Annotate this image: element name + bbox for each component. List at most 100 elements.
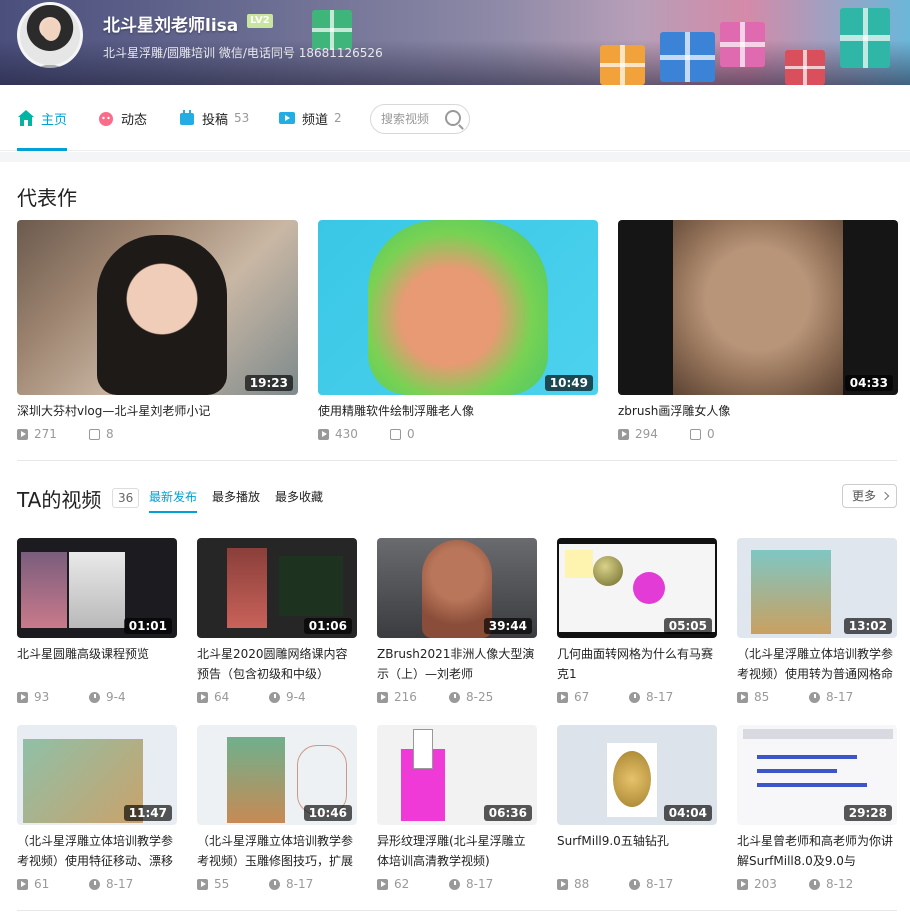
video-title[interactable]: 北斗星曾老师和高老师为你讲解SurfMill8.0及9.0与 (737, 831, 897, 871)
clock-icon (809, 878, 820, 890)
video-thumbnail[interactable]: 01:01 (17, 538, 177, 638)
video-title[interactable]: 异形纹理浮雕(北斗星浮雕立体培训高清教学视频) (377, 831, 537, 871)
play-icon (17, 878, 28, 890)
play-icon (557, 691, 568, 703)
video-thumbnail[interactable]: 06:36 (377, 725, 537, 825)
video-meta: 67 8-17 (557, 690, 717, 704)
clock-icon (89, 878, 100, 890)
tab-home[interactable]: 主页 (17, 85, 68, 151)
play-count-value: 88 (574, 877, 590, 891)
video-title[interactable]: zbrush画浮雕女人像 (618, 401, 898, 421)
play-icon (377, 878, 388, 890)
video-meta: 64 9-4 (197, 690, 357, 704)
video-thumbnail[interactable]: 11:47 (17, 725, 177, 825)
play-count-value: 203 (754, 877, 777, 891)
video-card[interactable]: 01:01 北斗星圆雕高级课程预览 93 9-4 (17, 538, 177, 704)
video-title[interactable]: 几何曲面转网格为什么有马赛克1 (557, 644, 717, 684)
video-title[interactable]: 使用精雕软件绘制浮雕老人像 (318, 401, 598, 421)
video-meta: 430 0 (318, 427, 598, 441)
video-thumbnail[interactable]: 39:44 (377, 538, 537, 638)
thumbnail-content (413, 729, 433, 769)
thumbnail-content (751, 550, 831, 634)
video-duration: 04:33 (844, 375, 893, 391)
featured-card[interactable]: 19:23 深圳大芬村vlog—北斗星刘老师小记 271 8 (17, 220, 298, 441)
thumbnail-content (757, 755, 857, 759)
video-title[interactable]: 深圳大芬村vlog—北斗星刘老师小记 (17, 401, 298, 421)
video-title[interactable]: ZBrush2021非洲人像大型演示（上）—刘老师 (377, 644, 537, 684)
video-card[interactable]: 05:05 几何曲面转网格为什么有马赛克1 67 8-17 (557, 538, 717, 704)
clock-icon (809, 691, 820, 703)
search-placeholder: 搜索视频 (381, 112, 430, 126)
video-thumbnail[interactable]: 10:46 (197, 725, 357, 825)
user-avatar[interactable] (17, 2, 83, 68)
danmaku-count: 0 (690, 427, 715, 441)
tab-channel[interactable]: 频道 2 (278, 85, 342, 151)
tab-most-favorited[interactable]: 最多收藏 (275, 488, 323, 505)
chevron-right-icon (880, 491, 890, 501)
publish-date-value: 8-17 (106, 877, 134, 891)
search-icon[interactable] (445, 110, 461, 126)
publish-date-value: 8-17 (826, 690, 854, 704)
username[interactable]: 北斗星刘老师lisa (103, 11, 238, 36)
video-card[interactable]: 06:36 异形纹理浮雕(北斗星浮雕立体培训高清教学视频) 62 8-17 (377, 725, 537, 891)
gift-decoration (785, 50, 825, 85)
contrib-icon (180, 110, 194, 125)
video-card[interactable]: 11:47 （北斗星浮雕立体培训教学参考视频）使用特征移动、漂移 61 8-17 (17, 725, 177, 891)
video-title[interactable]: 北斗星2020圆雕网络课内容预告（包含初级和中级） (197, 644, 357, 684)
video-title[interactable]: （北斗星浮雕立体培训教学参考视频）玉雕修图技巧，扩展 (197, 831, 357, 871)
video-card[interactable]: 04:04 SurfMill9.0五轴钻孔 88 8-17 (557, 725, 717, 891)
publish-date: 8-17 (809, 690, 853, 704)
tab-dynamic[interactable]: 动态 (97, 85, 147, 151)
play-count: 55 (197, 877, 269, 891)
featured-title: 代表作 (17, 186, 77, 210)
video-thumbnail[interactable]: 05:05 (557, 538, 717, 638)
thumbnail-content (593, 556, 623, 586)
video-thumbnail[interactable]: 04:04 (557, 725, 717, 825)
video-title[interactable]: （北斗星浮雕立体培训教学参考视频）使用特征移动、漂移 (17, 831, 177, 871)
thumbnail-content (613, 751, 651, 807)
video-meta: 216 8-25 (377, 690, 537, 704)
video-thumbnail[interactable]: 01:06 (197, 538, 357, 638)
tab-contrib[interactable]: 投稿 53 (178, 85, 249, 151)
thumbnail-portrait (97, 235, 227, 395)
video-thumbnail[interactable]: 29:28 (737, 725, 897, 825)
video-card[interactable]: 01:06 北斗星2020圆雕网络课内容预告（包含初级和中级） 64 9-4 (197, 538, 357, 704)
video-title[interactable]: （北斗星浮雕立体培训教学参考视频）使用转为普通网格命 (737, 644, 897, 684)
video-card[interactable]: 29:28 北斗星曾老师和高老师为你讲解SurfMill8.0及9.0与 203… (737, 725, 897, 891)
video-card[interactable]: 39:44 ZBrush2021非洲人像大型演示（上）—刘老师 216 8-25 (377, 538, 537, 704)
publish-date-value: 8-17 (646, 690, 674, 704)
clock-icon (449, 691, 460, 703)
user-sign: 北斗星浮雕/圆雕培训 微信/电话同号 18681126526 (103, 46, 383, 60)
publish-date: 8-17 (269, 877, 313, 891)
play-count-value: 93 (34, 690, 50, 704)
video-meta: 203 8-12 (737, 877, 897, 891)
level-badge: LV2 (247, 14, 273, 28)
video-duration: 10:49 (544, 375, 593, 391)
featured-card[interactable]: 04:33 zbrush画浮雕女人像 294 0 (618, 220, 898, 441)
video-thumbnail[interactable]: 19:23 (17, 220, 298, 395)
publish-date: 8-12 (809, 877, 853, 891)
video-thumbnail[interactable]: 04:33 (618, 220, 898, 395)
tab-most-played[interactable]: 最多播放 (212, 488, 260, 505)
tab-home-label: 主页 (41, 112, 68, 128)
more-button[interactable]: 更多 (842, 484, 897, 508)
video-thumbnail[interactable]: 10:49 (318, 220, 598, 395)
play-count: 430 (318, 427, 390, 441)
video-meta: 61 8-17 (17, 877, 177, 891)
video-duration: 06:36 (483, 805, 532, 821)
divider (17, 910, 897, 911)
video-card[interactable]: 10:46 （北斗星浮雕立体培训教学参考视频）玉雕修图技巧，扩展 55 8-17 (197, 725, 357, 891)
video-search-input[interactable]: 搜索视频 (370, 104, 470, 134)
publish-date: 8-17 (629, 877, 673, 891)
video-card[interactable]: 13:02 （北斗星浮雕立体培训教学参考视频）使用转为普通网格命 85 8-17 (737, 538, 897, 704)
play-count: 93 (17, 690, 89, 704)
video-duration: 01:01 (123, 618, 172, 634)
play-count: 294 (618, 427, 690, 441)
video-title[interactable]: 北斗星圆雕高级课程预览 (17, 644, 177, 684)
featured-card[interactable]: 10:49 使用精雕软件绘制浮雕老人像 430 0 (318, 220, 598, 441)
tab-latest[interactable]: 最新发布 (149, 488, 198, 513)
video-thumbnail[interactable]: 13:02 (737, 538, 897, 638)
play-count: 216 (377, 690, 449, 704)
video-title[interactable]: SurfMill9.0五轴钻孔 (557, 831, 717, 871)
clock-icon (629, 691, 640, 703)
